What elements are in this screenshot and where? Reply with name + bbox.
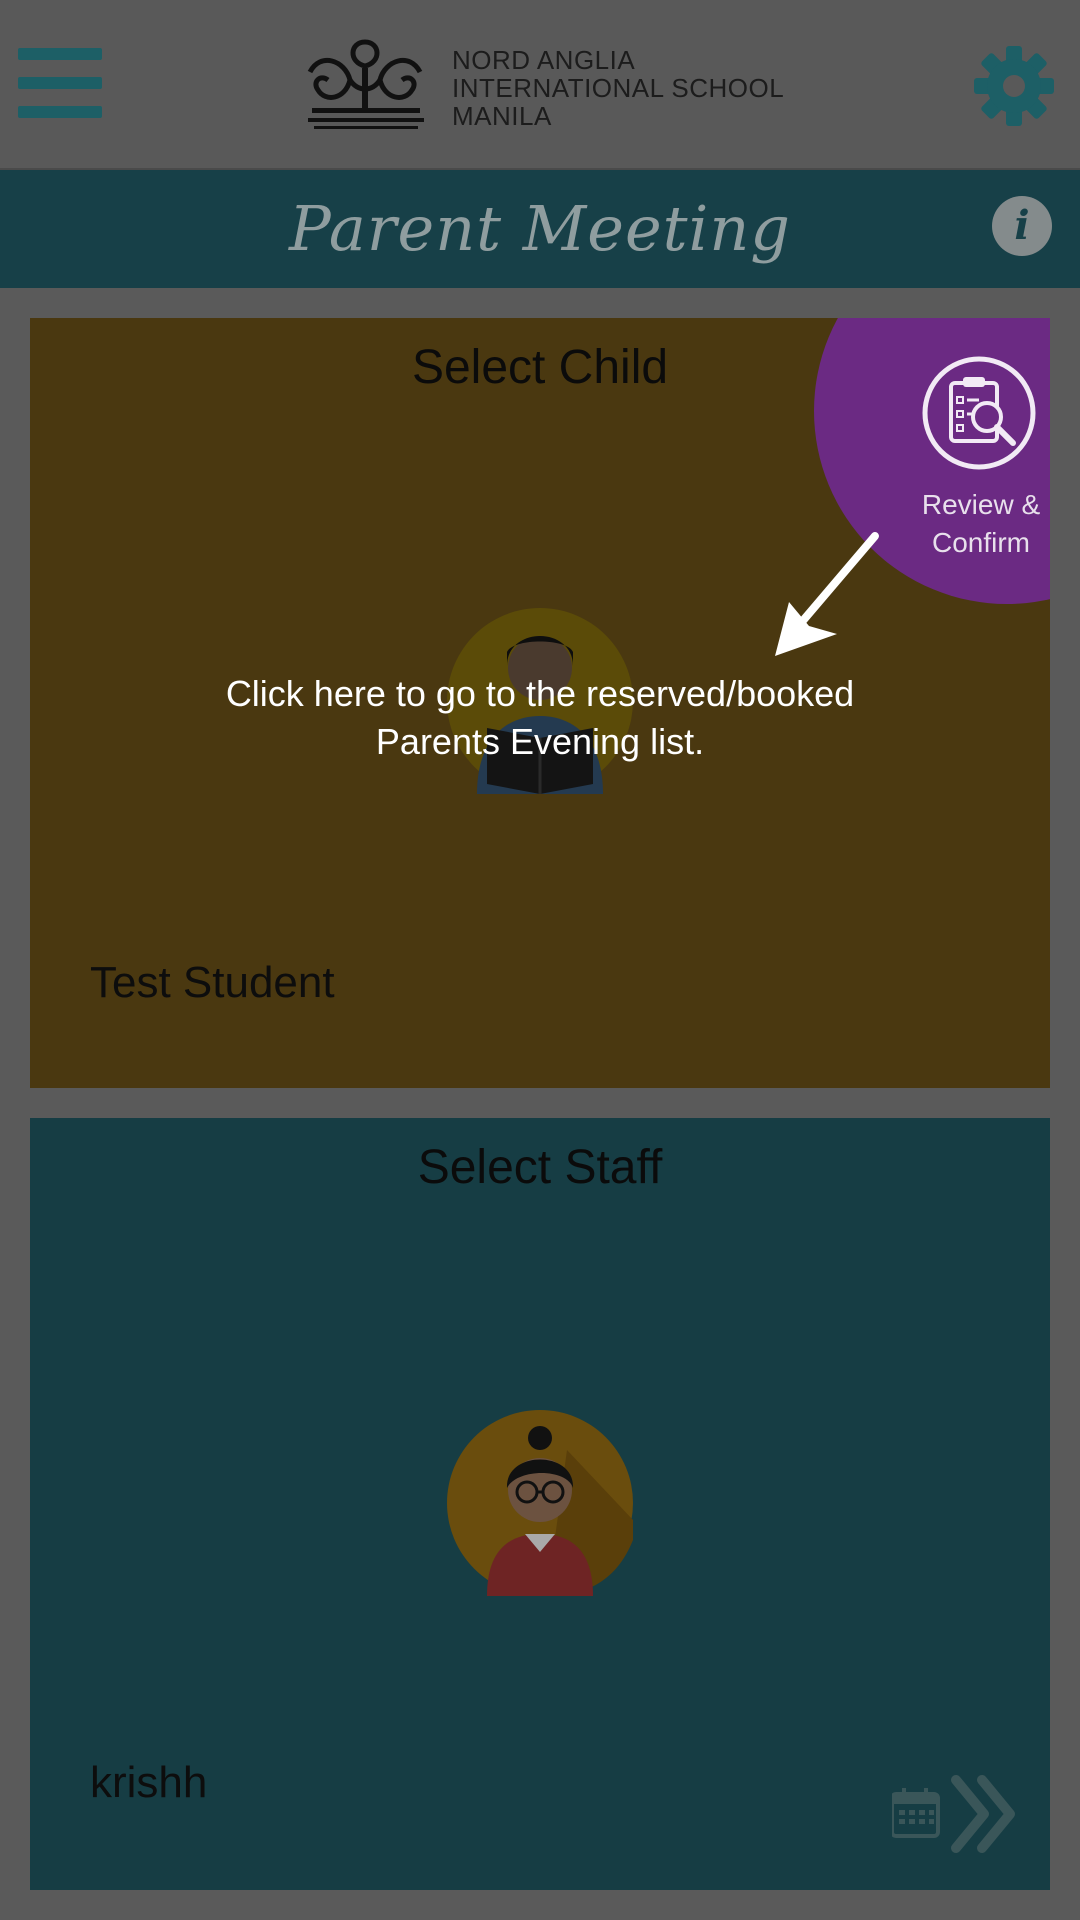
arrow-icon (775, 532, 879, 656)
select-child-card[interactable]: Select Child Test Student Review & Confi… (30, 318, 1050, 1088)
double-chevron-right-icon (951, 1775, 1015, 1853)
teacher-avatar (447, 1410, 633, 1596)
app-header: NORD ANGLIA INTERNATIONAL SCHOOL MANILA (0, 0, 1080, 170)
school-name-line-2: INTERNATIONAL SCHOOL (452, 73, 785, 103)
hint-line-2: Parents Evening list. (375, 721, 705, 762)
staff-name: krishh (90, 1758, 208, 1807)
select-staff-card[interactable]: Select Staff krishh (30, 1118, 1050, 1890)
school-crest-logo (307, 39, 424, 129)
menu-icon[interactable] (18, 48, 102, 120)
review-confirm-label: Review & Confirm (874, 486, 1050, 562)
school-name-line-3: MANILA (452, 101, 552, 131)
hint-line-1: Click here to go to the reserved/booked (225, 673, 855, 714)
book-appointment-button[interactable] (890, 1774, 1022, 1854)
page-title: Parent Meeting (288, 192, 791, 265)
select-staff-title: Select Staff (417, 1141, 663, 1194)
onboarding-hint: Click here to go to the reserved/booked … (30, 670, 1050, 766)
gear-icon[interactable] (974, 46, 1054, 126)
school-name: NORD ANGLIA INTERNATIONAL SCHOOL MANILA (452, 46, 812, 130)
child-name: Test Student (90, 958, 335, 1007)
review-label-line-1: Review & (921, 489, 1041, 520)
review-label-line-2: Confirm (931, 527, 1030, 558)
review-clipboard-icon (922, 356, 1036, 470)
title-bar: Parent Meeting i (0, 170, 1080, 288)
school-name-line-1: NORD ANGLIA (452, 45, 636, 75)
school-logo: NORD ANGLIA INTERNATIONAL SCHOOL MANILA (290, 32, 810, 142)
info-icon[interactable]: i (992, 196, 1052, 256)
